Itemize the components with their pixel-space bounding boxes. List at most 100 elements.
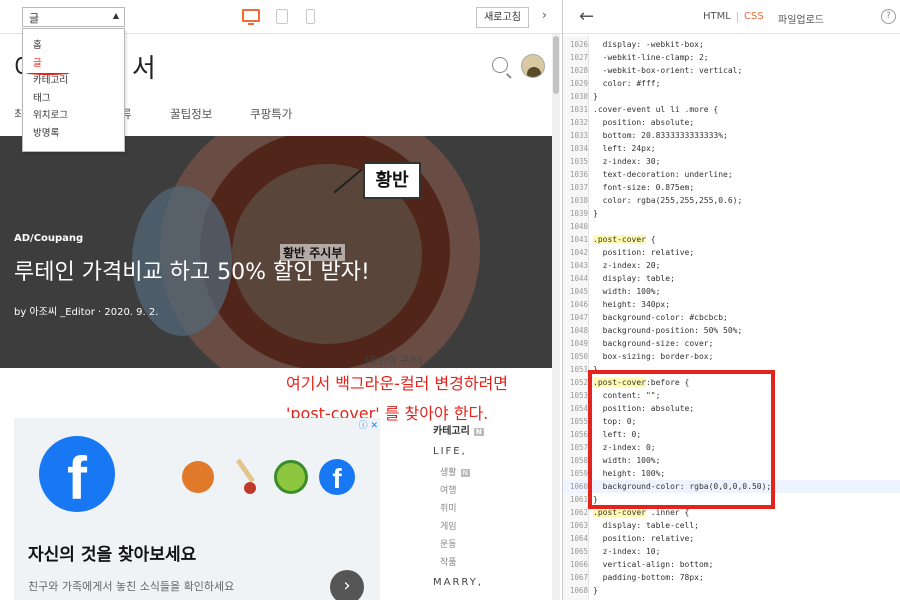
nav-item-coupang[interactable]: 쿠팡특가: [250, 106, 292, 122]
ad-banner[interactable]: ⓘ ✕ f f 자신의 것을 찾아보세요 친구와 가족에게서 놓친 소식들을 확…: [14, 418, 380, 600]
dropdown-item-tag[interactable]: 태그: [23, 90, 124, 108]
category-group[interactable]: LIFE,: [433, 446, 467, 457]
css-editor-pane: ← HTML CSS 파일업로드 ? 1026 display: -webkit…: [563, 0, 900, 600]
line-number: 1046: [569, 300, 588, 309]
line-number: 1056: [569, 430, 588, 439]
dropdown-item-home[interactable]: 홈: [23, 37, 124, 55]
cover-title[interactable]: 루테인 가격비교 하고 50% 할인 받자!: [14, 254, 370, 286]
desktop-view-icon[interactable]: [242, 9, 260, 25]
code-line[interactable]: 1044 display: table;: [563, 272, 900, 285]
code-line[interactable]: 1030}: [563, 90, 900, 103]
mobile-view-icon[interactable]: [306, 9, 315, 24]
line-number: 1054: [569, 404, 588, 413]
code-line[interactable]: 1033 bottom: 20.8333333333333%;: [563, 129, 900, 142]
tablet-view-icon[interactable]: [276, 9, 288, 24]
preview-pane: 글 ▲ 새로고침 › 아서 최 류 꿀팁정보 쿠팡특가 황반 황반: [0, 0, 562, 600]
preview-scrollbar[interactable]: [552, 34, 560, 600]
cover-category[interactable]: AD/Coupang: [14, 233, 83, 244]
code-line[interactable]: 1063 display: table-cell;: [563, 519, 900, 532]
code-line[interactable]: 1032 position: absolute;: [563, 116, 900, 129]
avatar[interactable]: [521, 54, 545, 78]
code-line[interactable]: 1046 height: 340px;: [563, 298, 900, 311]
line-number: 1031: [569, 105, 588, 114]
code-line[interactable]: 1027 -webkit-line-clamp: 2;: [563, 51, 900, 64]
dropdown-item-locationlog[interactable]: 위치로그: [23, 107, 124, 125]
code-line[interactable]: 1043 z-index: 20;: [563, 259, 900, 272]
code-line[interactable]: 1067 padding-bottom: 78px;: [563, 571, 900, 584]
code-text: }: [593, 209, 598, 218]
code-line[interactable]: 1037 font-size: 0.875em;: [563, 181, 900, 194]
preview-scrollbar-thumb[interactable]: [553, 36, 559, 94]
annotation-line-1: 여기서 백그라운-컬러 변경하려면: [286, 374, 509, 393]
code-text: -webkit-line-clamp: 2;: [593, 53, 709, 62]
category-title[interactable]: 카테고리 N: [433, 422, 484, 437]
code-text: background-size: cover;: [593, 339, 714, 348]
code-line[interactable]: 1065 z-index: 10;: [563, 545, 900, 558]
code-line[interactable]: 1047 background-color: #cbcbcb;: [563, 311, 900, 324]
code-line[interactable]: 1064 position: relative;: [563, 532, 900, 545]
code-line[interactable]: 1041 .post-cover {: [563, 233, 900, 246]
category-item[interactable]: 운동: [440, 537, 457, 550]
category-item[interactable]: 취미: [440, 501, 457, 514]
code-line[interactable]: 1068}: [563, 584, 900, 597]
code-text: width: 100%;: [593, 287, 661, 296]
category-item[interactable]: 생활 N: [440, 465, 470, 478]
category-item[interactable]: 게임: [440, 519, 457, 532]
code-line[interactable]: 1039}: [563, 207, 900, 220]
back-arrow-icon[interactable]: ←: [579, 6, 594, 27]
refresh-button[interactable]: 새로고침: [476, 7, 529, 28]
code-text: position: relative;: [593, 248, 695, 257]
page-select[interactable]: 글 ▲: [22, 7, 125, 27]
code-line[interactable]: 1029 color: #fff;: [563, 77, 900, 90]
code-line[interactable]: 1028 -webkit-box-orient: vertical;: [563, 64, 900, 77]
code-line[interactable]: 1036 text-decoration: underline;: [563, 168, 900, 181]
code-text: display: table;: [593, 274, 675, 283]
nav-item-tips[interactable]: 꿀팁정보: [170, 106, 212, 122]
line-number: 1028: [569, 66, 588, 75]
line-number: 1059: [569, 469, 588, 478]
code-editor[interactable]: 1026 display: -webkit-box; 1027 -webkit-l…: [563, 36, 900, 600]
category-item[interactable]: 작품: [440, 555, 457, 568]
search-match: .post-cover: [593, 508, 646, 517]
red-highlight-box: [588, 370, 775, 509]
page-select-value: 글: [29, 12, 40, 25]
line-number: 1067: [569, 573, 588, 582]
code-text: padding-bottom: 78px;: [593, 573, 704, 582]
collapse-panel-icon[interactable]: ›: [542, 8, 547, 22]
code-line[interactable]: 1049 background-size: cover;: [563, 337, 900, 350]
facebook-logo-icon: f: [39, 436, 115, 512]
code-text: bottom: 20.8333333333333%;: [593, 131, 728, 140]
code-line[interactable]: 1045 width: 100%;: [563, 285, 900, 298]
category-group[interactable]: MARRY,: [433, 577, 483, 588]
category-item-label: 생활: [440, 468, 457, 478]
line-number: 1055: [569, 417, 588, 426]
editor-header: ← HTML CSS 파일업로드 ?: [563, 0, 900, 34]
code-line[interactable]: 1066 vertical-align: bottom;: [563, 558, 900, 571]
dropdown-item-post[interactable]: 글: [23, 55, 124, 73]
post-cover[interactable]: [0, 136, 558, 368]
adchoices-icon[interactable]: ⓘ ✕: [359, 418, 378, 431]
line-number: 1062: [569, 508, 588, 517]
tab-file-upload[interactable]: 파일업로드: [778, 11, 824, 26]
line-number: 1058: [569, 456, 588, 465]
code-line[interactable]: 1050 box-sizing: border-box;: [563, 350, 900, 363]
code-line[interactable]: 1038 color: rgba(255,255,255,0.6);: [563, 194, 900, 207]
cover-overlay: [0, 136, 558, 368]
code-line[interactable]: 1035 z-index: 30;: [563, 155, 900, 168]
dropdown-item-guestbook[interactable]: 방명록: [23, 125, 124, 143]
category-item[interactable]: 여행: [440, 483, 457, 496]
code-line[interactable]: 1040: [563, 220, 900, 233]
code-line[interactable]: 1034 left: 24px;: [563, 142, 900, 155]
tab-html[interactable]: HTML: [703, 11, 731, 22]
ad-next-button[interactable]: ›: [330, 570, 364, 600]
code-line[interactable]: 1048 background-position: 50% 50%;: [563, 324, 900, 337]
new-badge: N: [460, 469, 470, 477]
help-icon[interactable]: ?: [881, 9, 896, 24]
search-icon[interactable]: [492, 57, 508, 73]
code-line[interactable]: 1031 .cover-event ul li .more {: [563, 103, 900, 116]
tab-css[interactable]: CSS: [744, 11, 764, 22]
code-line[interactable]: 1042 position: relative;: [563, 246, 900, 259]
code-line[interactable]: 1026 display: -webkit-box;: [563, 38, 900, 51]
app-root: 글 ▲ 새로고침 › 아서 최 류 꿀팁정보 쿠팡특가 황반 황반: [0, 0, 900, 600]
tab-separator: [737, 12, 738, 23]
